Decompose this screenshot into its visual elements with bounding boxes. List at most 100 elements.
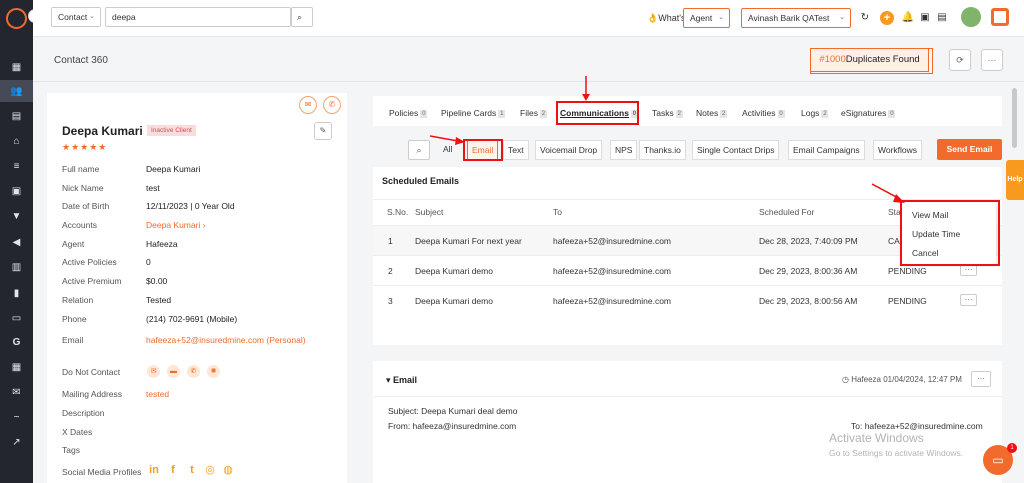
- tab-activities[interactable]: Activities 0: [742, 108, 785, 118]
- duplicates-count: #1000: [819, 54, 846, 65]
- dnc-call-icon[interactable]: ✆: [187, 365, 200, 378]
- row-actions-button[interactable]: ···: [960, 294, 977, 306]
- subtab-workflows[interactable]: Workflows: [873, 140, 923, 160]
- tab-communications[interactable]: Communications 0: [560, 108, 638, 118]
- facebook-icon[interactable]: f: [166, 463, 180, 477]
- contacts-icon[interactable]: 👥: [10, 85, 23, 98]
- tab-count: 0: [888, 109, 896, 118]
- tab-count: 0: [630, 109, 638, 118]
- column-header: To: [553, 207, 562, 217]
- search-input[interactable]: deepa: [105, 7, 291, 27]
- menu-item-update-time[interactable]: Update Time: [912, 229, 960, 239]
- row-sno: 2: [388, 266, 393, 276]
- search-button[interactable]: ⌕: [408, 140, 430, 160]
- duplicates-found-button[interactable]: #1000Duplicates Found: [810, 48, 929, 72]
- chevron-down-icon: ⌄: [718, 14, 724, 21]
- column-header: Sta: [888, 207, 901, 217]
- subtab-email-campaigns[interactable]: Email Campaigns: [788, 140, 865, 160]
- refresh-button[interactable]: ⟳: [949, 49, 971, 71]
- folder-icon[interactable]: ▭: [10, 312, 23, 325]
- signature-icon[interactable]: ~: [10, 411, 23, 424]
- account-link[interactable]: Deepa Kumari ›: [146, 220, 206, 230]
- status-badge: Inactive Client: [147, 125, 196, 136]
- bank-icon[interactable]: ⌂: [10, 135, 23, 148]
- field-label: Do Not Contact: [62, 367, 121, 377]
- role-select[interactable]: Agent ⌄: [683, 8, 730, 28]
- menu-item-view-mail[interactable]: View Mail: [912, 210, 948, 220]
- analytics-icon[interactable]: ↗: [10, 436, 23, 449]
- profile-panel: ✉ ✆ Deepa Kumari Inactive Client ★★★★★ ✎…: [47, 93, 347, 483]
- subtab-thanks-io[interactable]: Thanks.io: [639, 140, 686, 160]
- communication-subtabs: ⌕ All Email Text Voicemail Drop NPS Than…: [373, 137, 1002, 161]
- filter-icon[interactable]: ▼: [10, 210, 23, 223]
- call-contact-button[interactable]: ✆: [323, 96, 341, 114]
- tab-pipeline-cards[interactable]: Pipeline Cards 1: [441, 108, 506, 118]
- field-label: Active Policies: [62, 257, 117, 267]
- avatar[interactable]: [961, 7, 981, 27]
- user-value: Avinash Barik QATest: [748, 13, 830, 23]
- row-subject: Deepa Kumari For next year: [415, 236, 522, 246]
- dnc-text-icon[interactable]: ▬: [167, 365, 180, 378]
- send-email-button[interactable]: Send Email: [937, 139, 1002, 160]
- documents-icon[interactable]: ▤: [10, 110, 23, 123]
- mail-icon[interactable]: ✉: [10, 386, 23, 399]
- refresh-icon[interactable]: ↻: [858, 11, 872, 25]
- row-to: hafeeza+52@insuredmine.com: [553, 266, 672, 276]
- calendar-icon[interactable]: ▦: [10, 361, 23, 374]
- instagram-icon[interactable]: ◎: [203, 463, 217, 477]
- column-header: S.No.: [387, 207, 409, 217]
- google-icon[interactable]: G: [10, 336, 23, 349]
- subtab-text[interactable]: Text: [503, 140, 529, 160]
- list-icon[interactable]: ≡: [10, 160, 23, 173]
- more-options-button[interactable]: ···: [981, 49, 1003, 71]
- subtab-voicemail-drop[interactable]: Voicemail Drop: [535, 140, 603, 160]
- table-row[interactable]: 3 Deepa Kumari demo hafeeza+52@insuredmi…: [373, 285, 1002, 315]
- edit-button[interactable]: ✎: [314, 122, 332, 140]
- menu-item-cancel[interactable]: Cancel: [912, 248, 938, 258]
- scrollbar[interactable]: [1012, 88, 1017, 148]
- app-switcher-icon[interactable]: [991, 8, 1009, 26]
- dnc-email-icon[interactable]: ✉: [147, 365, 160, 378]
- tab-logs[interactable]: Logs 2: [801, 108, 829, 118]
- globe-icon[interactable]: ◍: [221, 463, 235, 477]
- email-card-title[interactable]: ▾ Email: [386, 375, 417, 386]
- search-type-select[interactable]: Contact ⌄: [51, 7, 101, 27]
- dashboard-icon[interactable]: ▦: [10, 61, 23, 74]
- chat-icon[interactable]: ▣: [918, 11, 932, 25]
- subtab-email[interactable]: Email: [467, 140, 499, 160]
- contact-card-icon[interactable]: ▣: [10, 185, 23, 198]
- chat-icon: ▭: [992, 453, 1004, 467]
- twitter-icon[interactable]: t: [185, 463, 199, 477]
- subtab-all[interactable]: All: [439, 140, 456, 160]
- email-contact-button[interactable]: ✉: [299, 96, 317, 114]
- row-actions-menu: View Mail Update Time Cancel: [902, 202, 996, 264]
- field-label: Mailing Address: [62, 389, 123, 399]
- bell-icon[interactable]: 🔔: [901, 11, 915, 25]
- tab-esignatures[interactable]: eSignatures 0: [841, 108, 896, 118]
- notes-icon[interactable]: ▥: [10, 261, 23, 274]
- divider: [373, 396, 1002, 397]
- dnc-other-icon[interactable]: ✺: [207, 365, 220, 378]
- tab-files[interactable]: Files 2: [520, 108, 547, 118]
- field-value: $0.00: [146, 276, 168, 286]
- email-card-actions-button[interactable]: ···: [971, 371, 991, 387]
- tab-policies[interactable]: Policies 0: [389, 108, 428, 118]
- user-select[interactable]: Avinash Barik QATest ⌄: [741, 8, 851, 28]
- help-tab[interactable]: Help: [1006, 160, 1024, 200]
- subtab-nps[interactable]: NPS: [610, 140, 638, 160]
- brand-logo[interactable]: [6, 8, 27, 29]
- megaphone-icon[interactable]: ◀: [10, 236, 23, 249]
- document-icon[interactable]: ▤: [935, 11, 949, 25]
- add-button[interactable]: +: [880, 11, 894, 25]
- chart-icon[interactable]: ▮: [10, 287, 23, 300]
- tab-tasks[interactable]: Tasks 2: [652, 108, 683, 118]
- tab-notes[interactable]: Notes 2: [696, 108, 728, 118]
- field-label: Nick Name: [62, 183, 104, 193]
- mailing-address-value[interactable]: tested: [146, 389, 169, 399]
- subtab-single-contact-drips[interactable]: Single Contact Drips: [692, 140, 780, 160]
- email-link[interactable]: hafeeza+52@insuredmine.com (Personal): [146, 335, 306, 345]
- linkedin-icon[interactable]: in: [147, 463, 161, 477]
- row-actions-button[interactable]: ···: [960, 264, 977, 276]
- rating-stars[interactable]: ★★★★★: [62, 142, 107, 153]
- search-button[interactable]: ⌕: [291, 7, 313, 27]
